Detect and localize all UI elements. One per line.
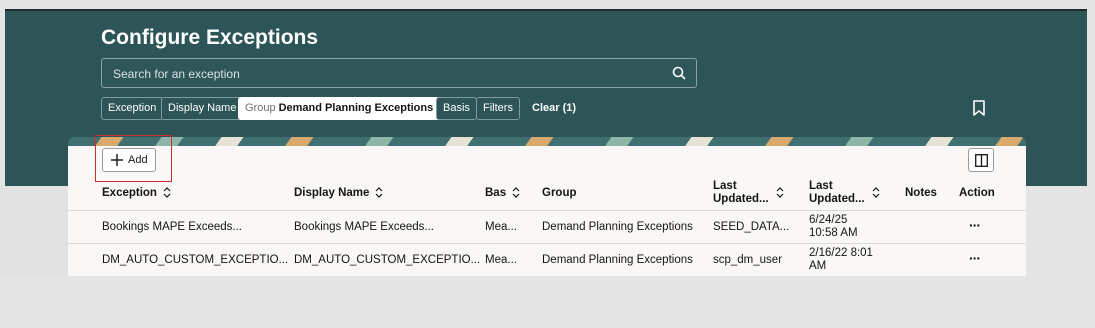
window-top <box>0 0 1095 11</box>
header-notes: Notes <box>905 187 937 199</box>
cell-updated-on: 2/16/22 8:01 AM <box>809 247 873 272</box>
filter-chip-exception[interactable]: Exception <box>101 97 164 120</box>
header-last-updated-by[interactable]: Last Updated... <box>713 180 769 206</box>
more-actions-icon[interactable]: ··· <box>969 217 981 233</box>
highlight-box <box>95 135 172 182</box>
filter-chip-display-name[interactable]: Display Name <box>161 97 244 120</box>
more-actions-icon[interactable]: ··· <box>969 250 981 266</box>
filter-chip-group[interactable]: Group Demand Planning Exceptions <box>238 97 465 120</box>
search-placeholder: Search for an exception <box>113 67 240 81</box>
header-display-name[interactable]: Display Name <box>294 187 383 199</box>
filter-chip-group-label: Group <box>245 102 276 114</box>
filter-chip-group-value: Demand Planning Exceptions <box>278 102 434 114</box>
sort-icon[interactable] <box>163 187 171 199</box>
cell-display-name: DM_AUTO_CUSTOM_EXCEPTIO... <box>294 254 481 266</box>
clear-filters-link[interactable]: Clear (1) <box>532 102 576 114</box>
sort-icon[interactable] <box>872 187 880 198</box>
cell-exception[interactable]: Bookings MAPE Exceeds... <box>102 221 242 233</box>
sort-icon[interactable] <box>776 187 784 198</box>
cell-group: Demand Planning Exceptions <box>542 254 693 266</box>
cell-updated-on: 6/24/25 10:58 AM <box>809 214 858 239</box>
filter-chip-filters[interactable]: Filters <box>476 97 520 120</box>
cell-basis: Mea... <box>485 221 517 233</box>
column-layout-button[interactable] <box>968 148 994 172</box>
sort-icon[interactable] <box>375 187 383 199</box>
bookmark-icon[interactable] <box>972 100 986 116</box>
cell-updated-by: scp_dm_user <box>713 254 783 266</box>
header-exception[interactable]: Exception <box>102 187 171 199</box>
search-input[interactable]: Search for an exception <box>101 58 697 88</box>
header-last-updated-on[interactable]: Last Updated... <box>809 180 865 206</box>
cell-exception[interactable]: DM_AUTO_CUSTOM_EXCEPTIO... <box>102 254 288 266</box>
page-footer-area <box>0 276 1095 328</box>
columns-icon <box>975 154 988 167</box>
sort-icon[interactable] <box>512 187 520 199</box>
page-title: Configure Exceptions <box>101 26 319 49</box>
cell-group: Demand Planning Exceptions <box>542 221 693 233</box>
header-divider <box>68 210 1026 211</box>
filter-chip-basis[interactable]: Basis <box>436 97 477 120</box>
cell-basis: Mea... <box>485 254 517 266</box>
header-basis[interactable]: Bas <box>485 187 520 199</box>
search-icon[interactable] <box>672 66 686 80</box>
cell-updated-by: SEED_DATA... <box>713 221 790 233</box>
row-divider <box>68 243 1026 244</box>
header-action: Action <box>959 187 995 199</box>
cell-display-name: Bookings MAPE Exceeds... <box>294 221 434 233</box>
header-group[interactable]: Group <box>542 187 577 199</box>
